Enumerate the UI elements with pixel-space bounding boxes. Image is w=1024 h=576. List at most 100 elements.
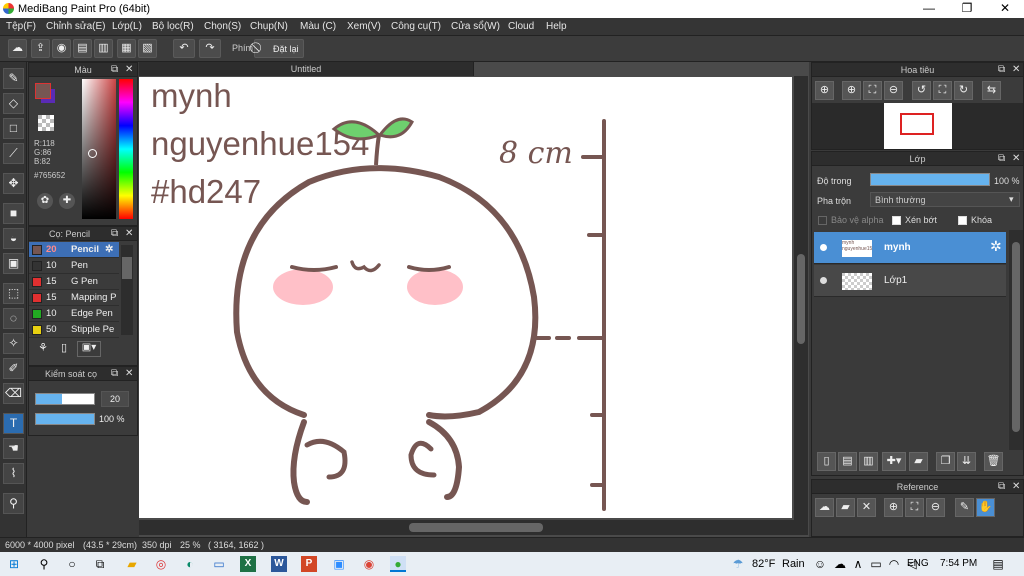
fill-rect-tool-icon[interactable]: ■ — [3, 203, 24, 224]
zoom-out-icon[interactable]: ⊖ — [926, 498, 945, 517]
cortana-icon[interactable]: ○ — [64, 556, 80, 572]
close-panel-icon[interactable]: ✕ — [125, 227, 133, 241]
undock-icon[interactable]: ⧉ — [111, 227, 118, 241]
new-8bit-layer-icon[interactable]: ▥ — [859, 452, 878, 471]
zoom-in-icon[interactable]: ⊕ — [884, 498, 903, 517]
main-color-swatch[interactable] — [35, 83, 51, 99]
blend-mode-select[interactable]: Bình thường ▾ — [870, 192, 1020, 207]
cloud-icon[interactable]: ☁ — [8, 39, 27, 58]
protect-alpha-checkbox[interactable] — [818, 216, 827, 225]
close-panel-icon[interactable]: ✕ — [1012, 152, 1020, 166]
open-folder-icon[interactable]: ▰ — [836, 498, 855, 517]
navigator-viewport[interactable] — [900, 113, 934, 135]
menu-window[interactable]: Cửa sổ(W) — [451, 21, 500, 32]
add-brush-icon[interactable]: ⚘ — [35, 341, 51, 357]
clipping-checkbox[interactable] — [892, 216, 901, 225]
fit-window-icon[interactable]: ⛶ — [863, 81, 882, 100]
horizontal-scrollbar[interactable] — [139, 520, 808, 535]
transparent-color-swatch[interactable] — [38, 115, 54, 131]
task-view-icon[interactable]: ⧉ — [92, 556, 108, 572]
list-item[interactable]: 15 Mapping P — [29, 290, 119, 306]
new-brush-icon[interactable]: ▯ — [56, 341, 72, 357]
layer-scroll-thumb[interactable] — [1012, 242, 1020, 432]
menu-select[interactable]: Chọn(S) — [204, 21, 241, 32]
bucket-tool-icon[interactable]: ◒ — [3, 228, 24, 249]
weather-icon[interactable]: ☂ — [730, 556, 746, 572]
hue-slider[interactable] — [119, 79, 133, 219]
battery-icon[interactable]: ▭ — [868, 556, 884, 572]
navigator-preview[interactable] — [812, 103, 1023, 149]
trash-icon[interactable]: 🗑 — [984, 452, 1003, 471]
redo-icon[interactable]: ↷ — [199, 39, 221, 58]
lock-checkbox[interactable] — [958, 216, 967, 225]
monitor-icon[interactable]: ▭ — [211, 556, 227, 572]
reset-button[interactable]: ⃠ Đặt lại — [254, 39, 304, 58]
powerpoint-icon[interactable]: P — [301, 556, 317, 572]
list-item[interactable]: 50 Stipple Pe — [29, 322, 119, 338]
move-tool-icon[interactable]: ✥ — [3, 173, 24, 194]
new-halftone-layer-icon[interactable]: ▤ — [838, 452, 857, 471]
select-tool-icon[interactable]: ⬚ — [3, 283, 24, 304]
menu-cloud[interactable]: Cloud — [508, 21, 534, 32]
actual-size-icon[interactable]: ⛶ — [933, 81, 952, 100]
rotate-right-icon[interactable]: ↻ — [954, 81, 973, 100]
fit-window-icon[interactable]: ⛶ — [905, 498, 924, 517]
clock[interactable]: 7:54 PM — [940, 558, 977, 569]
line-tool-icon[interactable]: ⟋ — [3, 143, 24, 164]
speech-bubble-icon[interactable]: ◉ — [52, 39, 71, 58]
rectangle-tool-icon[interactable]: □ — [3, 118, 24, 139]
gear-icon[interactable]: ✲ — [990, 238, 1002, 255]
folder-icon[interactable]: ▰ — [909, 452, 928, 471]
lasso-tool-icon[interactable]: ◌ — [3, 308, 24, 329]
brush-list-scrollbar[interactable] — [121, 245, 133, 335]
hand-tool-icon[interactable]: ☚ — [3, 438, 24, 459]
panel-icon[interactable]: ▧ — [138, 39, 157, 58]
menu-help[interactable]: Help — [546, 21, 567, 32]
undock-icon[interactable]: ⧉ — [111, 367, 118, 381]
undock-icon[interactable]: ⧉ — [111, 63, 118, 77]
palette-add-icon[interactable]: ✚ — [59, 193, 75, 209]
brush-size-value[interactable]: 20 — [101, 391, 129, 407]
maximize-button[interactable]: ❐ — [948, 0, 986, 18]
magic-wand-tool-icon[interactable]: ✧ — [3, 333, 24, 354]
rotate-left-icon[interactable]: ↺ — [912, 81, 931, 100]
menu-layer[interactable]: Lớp(L) — [112, 21, 142, 32]
word-icon[interactable]: W — [271, 556, 287, 572]
menu-tools[interactable]: Công cụ(T) — [391, 21, 441, 32]
grid-icon[interactable]: ▦ — [117, 39, 136, 58]
undo-icon[interactable]: ↶ — [173, 39, 195, 58]
notification-icon[interactable]: ▤ — [990, 556, 1006, 572]
list-item[interactable]: 10 Pen — [29, 258, 119, 274]
color-picker-cursor[interactable] — [88, 149, 97, 158]
layer-opacity-slider[interactable] — [870, 173, 990, 186]
eyedropper-tool-icon[interactable]: ⚲ — [3, 493, 24, 514]
undock-icon[interactable]: ⧉ — [998, 152, 1005, 166]
eraser-tool-icon[interactable]: ◇ — [3, 93, 24, 114]
gradient-tool-icon[interactable]: ▣ — [3, 253, 24, 274]
file-explorer-icon[interactable]: ▰ — [124, 556, 140, 572]
menu-snap[interactable]: Chụp(N) — [250, 21, 288, 32]
undock-icon[interactable]: ⧉ — [998, 480, 1005, 494]
hand-icon[interactable]: ✋ — [976, 498, 995, 517]
menu-color[interactable]: Màu (C) — [300, 21, 336, 32]
list-item[interactable]: 20 Pencil ✲ — [29, 242, 119, 258]
vertical-scroll-thumb[interactable] — [797, 254, 805, 344]
duplicate-layer-icon[interactable]: ❐ — [936, 452, 955, 471]
close-panel-icon[interactable]: ✕ — [125, 63, 133, 77]
select-eraser-tool-icon[interactable]: ⌫ — [3, 383, 24, 404]
medibang-taskbar-icon[interactable]: ● — [390, 556, 406, 572]
brush-size-slider[interactable] — [35, 393, 95, 405]
drawing-canvas[interactable]: mynh nguyenhue154 #hd247 8 cm — [139, 77, 792, 518]
edge-icon[interactable]: ◐ — [182, 556, 198, 572]
close-button[interactable]: ✕ — [986, 0, 1024, 18]
select-pen-tool-icon[interactable]: ✐ — [3, 358, 24, 379]
palette-icon[interactable]: ✿ — [37, 193, 53, 209]
merge-down-icon[interactable]: ⇊ — [957, 452, 976, 471]
zoom-fit-icon[interactable]: ⊕ — [815, 81, 834, 100]
text-tool-icon[interactable]: T — [3, 413, 24, 434]
visibility-eye-icon[interactable] — [820, 244, 827, 251]
wifi-icon[interactable]: ◠ — [886, 556, 902, 572]
cloud-sync-icon[interactable]: ☁ — [832, 556, 848, 572]
document-icon[interactable]: ▥ — [94, 39, 113, 58]
gear-icon[interactable]: ✲ — [105, 242, 113, 258]
